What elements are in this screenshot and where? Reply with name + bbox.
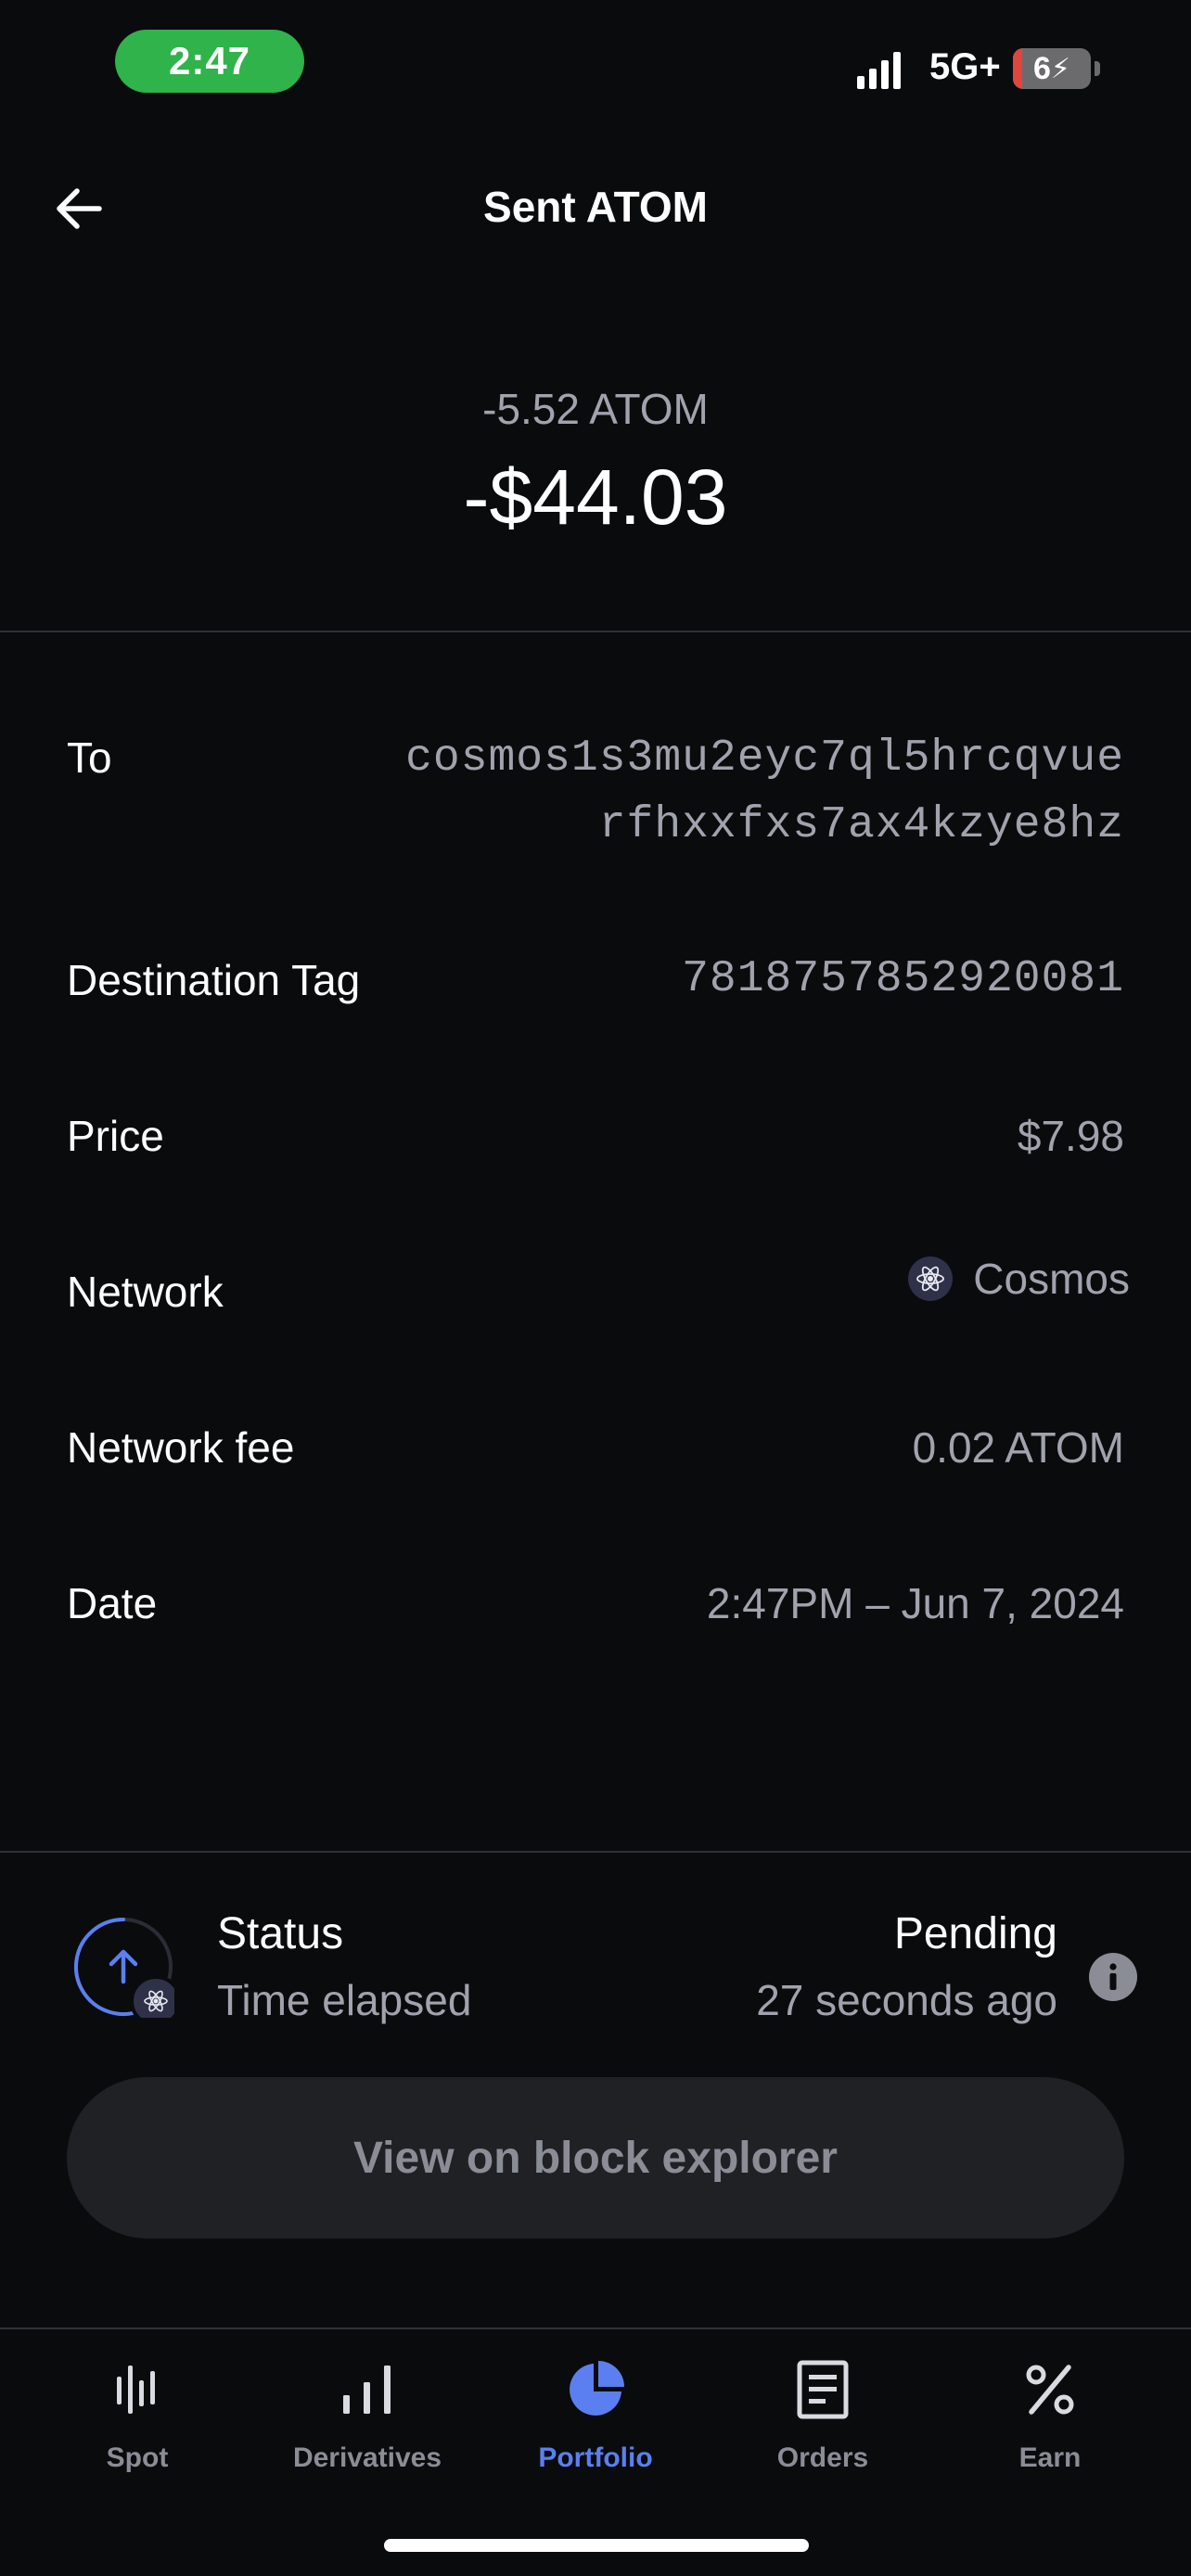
home-indicator[interactable]	[384, 2539, 809, 2552]
signal-icon	[857, 52, 901, 89]
cosmos-atom-icon	[908, 1256, 954, 1301]
charging-bolt-icon: ⚡	[1050, 53, 1070, 84]
divider	[0, 1851, 1191, 1853]
network-name: Cosmos	[973, 1255, 1130, 1303]
tab-label: Orders	[776, 2442, 869, 2473]
tab-label: Earn	[1018, 2442, 1082, 2473]
status-progress-icon	[72, 1916, 182, 2027]
crypto-amount: -5.52 ATOM	[482, 385, 709, 433]
tab-orders[interactable]: Orders	[721, 2357, 925, 2496]
price-value: $7.98	[1017, 1112, 1124, 1160]
destination-tag-label: Destination Tag	[67, 956, 361, 1004]
date-value: 2:47PM – Jun 7, 2024	[706, 1579, 1124, 1627]
view-block-explorer-button[interactable]: View on block explorer	[67, 2077, 1124, 2238]
tab-earn[interactable]: Earn	[948, 2357, 1152, 2496]
to-address[interactable]: cosmos1s3mu2eyc7ql5hrcqvue rfhxxfxs7ax4k…	[405, 725, 1124, 859]
status-label: Status	[217, 1909, 344, 1958]
network-fee-label: Network fee	[67, 1423, 295, 1472]
battery-level: 6	[1033, 50, 1051, 86]
tab-spot[interactable]: Spot	[35, 2357, 239, 2496]
date-label: Date	[67, 1579, 158, 1627]
divider	[0, 631, 1191, 632]
status-time: 2:47	[115, 30, 304, 93]
info-icon	[1109, 1963, 1117, 1990]
pie-chart-icon	[563, 2357, 628, 2422]
tab-label: Derivatives	[292, 2442, 442, 2473]
tab-portfolio[interactable]: Portfolio	[493, 2357, 698, 2496]
to-address-line-2: rfhxxfxs7ax4kzye8hz	[598, 800, 1124, 850]
battery-tip	[1095, 61, 1100, 76]
page-title: Sent ATOM	[483, 183, 708, 231]
destination-tag-value[interactable]: 7818757852920081	[682, 946, 1124, 1013]
fiat-amount: -$44.03	[463, 453, 728, 541]
candlestick-icon	[105, 2357, 170, 2422]
time-elapsed-label: Time elapsed	[217, 1976, 472, 2024]
network-type: 5G+	[929, 46, 1001, 87]
status-value: Pending	[893, 1909, 1057, 1958]
to-address-line-1: cosmos1s3mu2eyc7ql5hrcqvue	[405, 733, 1124, 784]
document-icon	[790, 2357, 855, 2422]
percent-icon	[1018, 2357, 1082, 2422]
time-elapsed-value: 27 seconds ago	[756, 1976, 1057, 2024]
tab-label: Spot	[106, 2442, 169, 2473]
info-button[interactable]	[1089, 1953, 1137, 2001]
price-label: Price	[67, 1112, 164, 1160]
tab-label: Portfolio	[538, 2442, 653, 2473]
network-value: Cosmos	[908, 1254, 1130, 1304]
tab-derivatives[interactable]: Derivatives	[265, 2357, 469, 2496]
bar-chart-icon	[335, 2357, 400, 2422]
to-label: To	[67, 733, 112, 782]
battery-icon: 6 ⚡	[1013, 48, 1091, 89]
network-fee-value: 0.02 ATOM	[912, 1423, 1124, 1472]
network-label: Network	[67, 1268, 224, 1316]
status-bar: 2:47 5G+ 6 ⚡	[0, 0, 1191, 121]
